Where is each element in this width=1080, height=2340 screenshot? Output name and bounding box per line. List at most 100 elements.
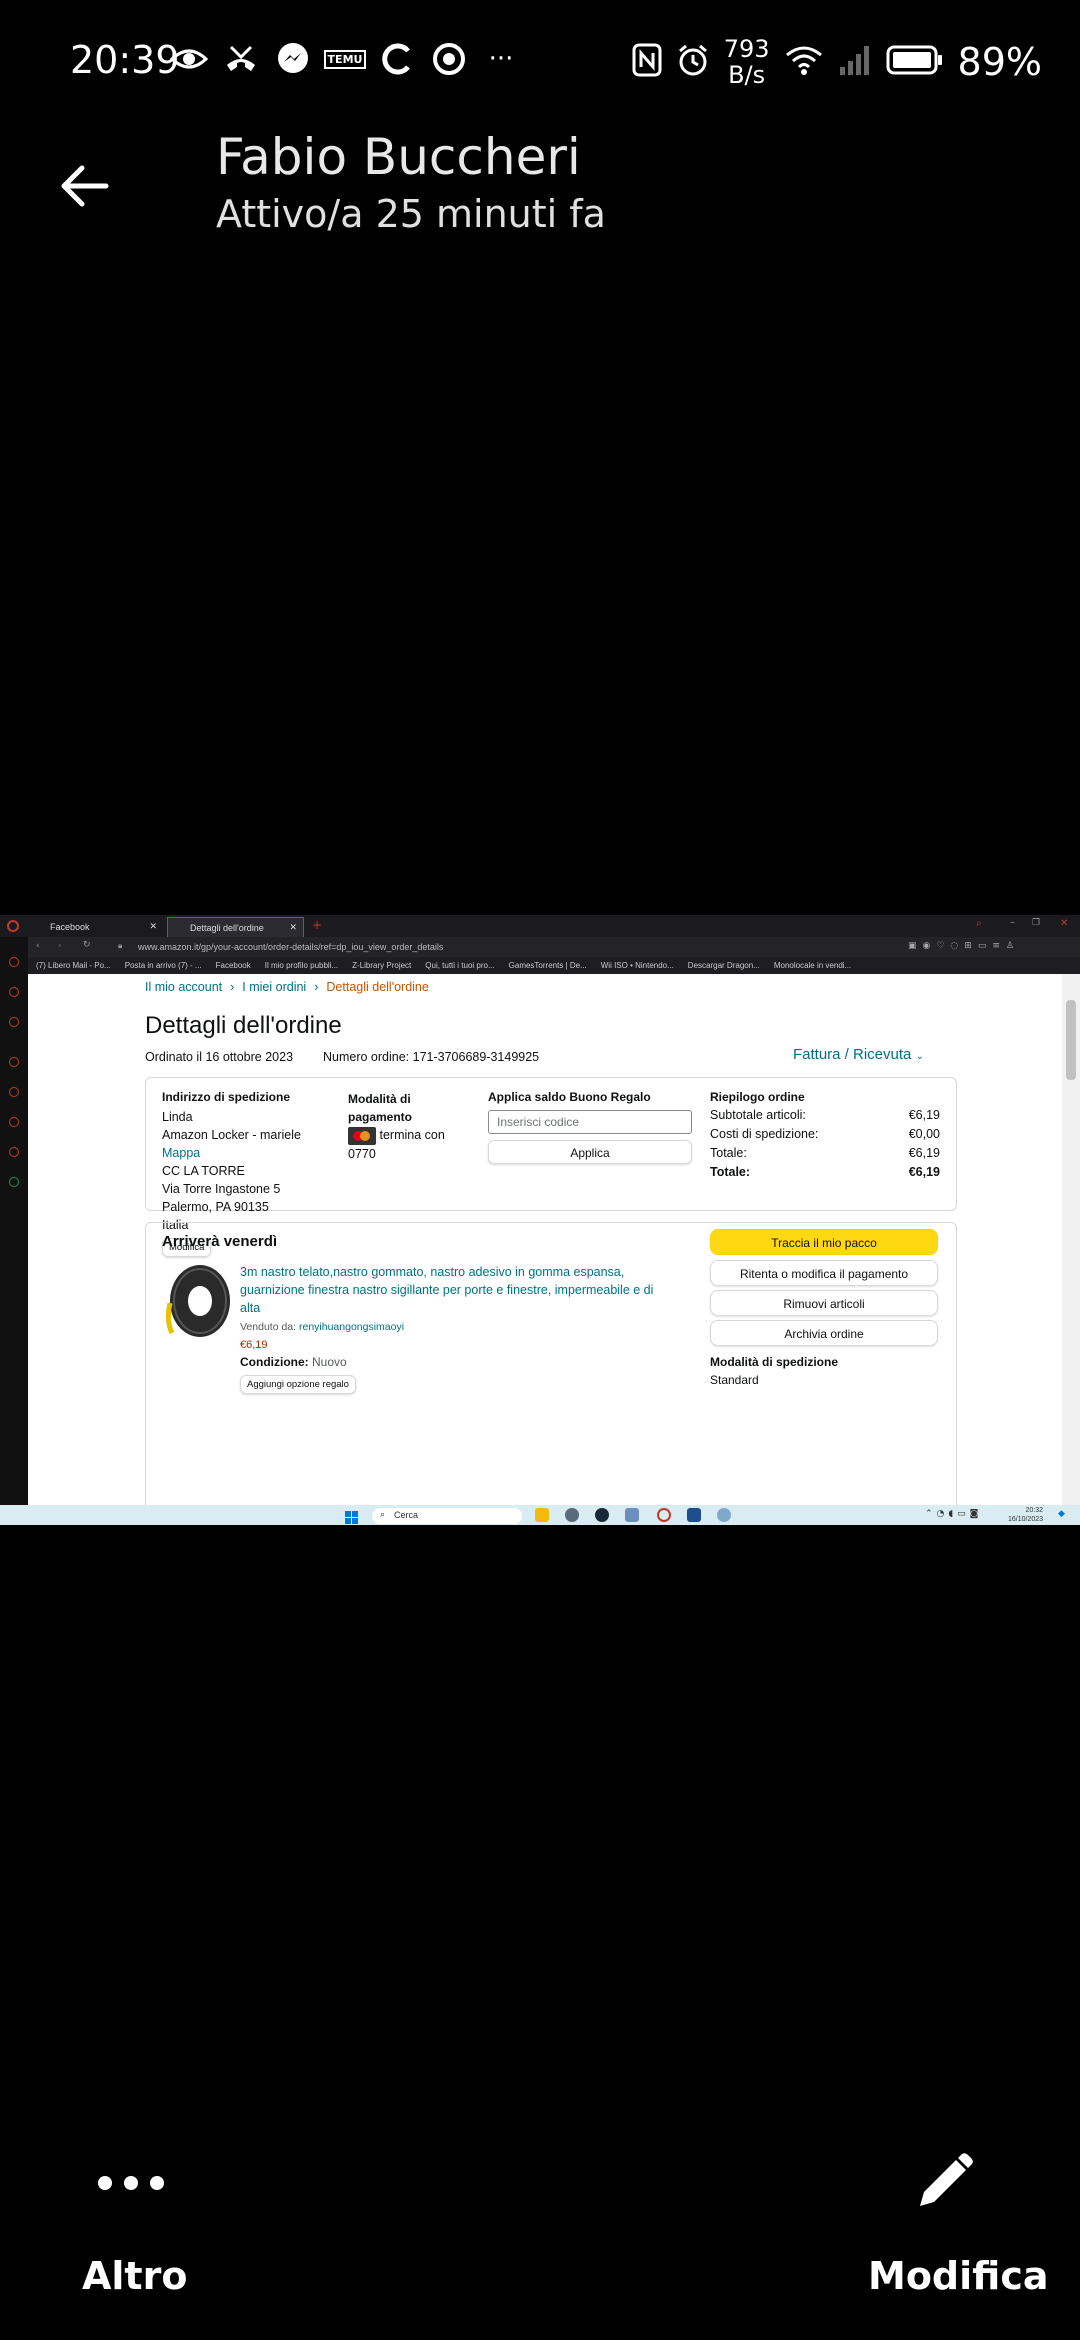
retry-payment-button[interactable]: Ritenta o modifica il pagamento [710,1260,938,1286]
bookmark-item[interactable]: Facebook [216,961,251,970]
more-icon[interactable] [98,2176,164,2190]
breadcrumb-my-account[interactable]: Il mio account [145,980,222,994]
search-icon[interactable]: ⌕ [976,918,982,929]
bookmark-item[interactable]: Posta in arrivo (7) - ... [125,961,202,970]
app-icon[interactable] [625,1508,639,1522]
product-price: €6,19 [240,1339,268,1351]
chevron-down-icon: ⌄ [915,1051,924,1062]
bookmark-item[interactable]: Wii ISO • Nintendo... [601,961,674,970]
page-title: Dettagli dell'ordine [145,1012,342,1039]
file-explorer-icon[interactable] [535,1508,549,1522]
minimize-icon[interactable]: – [1010,917,1015,928]
search-label: Cerca [394,1510,419,1520]
summary-label: Costi di spedizione: [710,1127,819,1141]
url-text[interactable]: www.amazon.it/gp/your-account/order-deta… [138,942,443,952]
app-icon[interactable] [717,1508,731,1522]
tab-order-details[interactable]: Dettagli dell'ordine ✕ [167,917,304,937]
tray-icons[interactable]: ⌃◔◖▭◙ [925,1509,982,1519]
browser-sidebar [0,937,28,1505]
temu-icon: TEMU [323,40,367,78]
bookmark-item[interactable]: Descargar Dragon... [688,961,760,970]
close-window-icon[interactable]: ✕ [1060,918,1068,929]
remove-items-button[interactable]: Rimuovi articoli [710,1290,938,1316]
search-icon: ⌕ [380,1509,386,1519]
messenger-icon [274,40,312,78]
bookmark-item[interactable]: (7) Libero Mail - Po... [36,961,111,970]
summary-value: €6,19 [908,1146,940,1160]
opera-icon [7,920,19,932]
sidebar-icon[interactable] [9,1177,19,1187]
tab-facebook[interactable]: Facebook ✕ [28,917,163,937]
invoice-link[interactable]: Fattura / Ricevuta ⌄ [793,1046,924,1063]
breadcrumb-my-orders[interactable]: I miei ordini [242,980,306,994]
address-line: CC LA TORRE [162,1164,245,1178]
close-icon[interactable]: ✕ [289,922,297,933]
new-tab-icon[interactable]: + [312,918,322,932]
apply-button[interactable]: Applica [488,1140,692,1164]
notification-bell-icon[interactable]: ◆ [1058,1509,1065,1519]
map-link[interactable]: Mappa [162,1144,302,1162]
order-summary: Riepilogo ordine Subtotale articoli: €6,1… [710,1090,940,1182]
bookmark-item[interactable]: Qui, tutti i tuoi pro... [425,961,494,970]
windows-start-icon[interactable] [345,1509,358,1524]
sidebar-icon[interactable] [9,957,19,967]
taskbar-clock[interactable]: 20:32 16/10/2023 [1008,1506,1043,1524]
sidebar-icon[interactable] [9,1147,19,1157]
close-icon[interactable]: ✕ [149,921,157,932]
edit-button[interactable]: Modifica [868,2254,1048,2298]
reload-icon[interactable]: ↻ [83,940,91,950]
summary-value: €0,00 [908,1127,940,1141]
opera-gx-icon[interactable] [657,1508,671,1522]
forward-nav-icon[interactable]: › [58,941,62,951]
bookmark-item[interactable]: Monolocale in vendi... [774,961,851,970]
paint-icon[interactable] [687,1508,701,1522]
back-nav-icon[interactable]: ‹ [36,941,40,951]
battery-icon [886,44,944,80]
contact-name: Fabio Buccheri [216,128,581,186]
sidebar-icon[interactable] [9,987,19,997]
breadcrumb-current: Dettagli dell'ordine [326,980,429,994]
chrome-icon [430,40,468,78]
amazon-order-page: Il mio account › I miei ordini › Dettagli … [28,974,1062,1522]
sidebar-icon[interactable] [9,1087,19,1097]
shipping-mode-value: Standard [710,1373,759,1387]
seller-link[interactable]: renyihuangongsimaoyi [299,1321,404,1333]
summary-row: Totale: €6,19 [710,1144,940,1163]
sidebar-icon[interactable] [9,1057,19,1067]
settings-icon[interactable] [565,1508,579,1522]
bookmark-item[interactable]: Z-Library Project [352,961,411,970]
status-time: 20:39 [70,38,180,82]
condition-label: Condizione: [240,1355,309,1369]
sidebar-icon[interactable] [9,1117,19,1127]
address-bar[interactable]: ‹ › ↻ 🔒︎ www.amazon.it/gp/your-account/o… [28,937,1080,957]
scrollbar-thumb[interactable] [1066,1000,1076,1080]
more-button[interactable]: Altro [82,2254,187,2298]
payment-method: Modalità di pagamento termina con 0770 [348,1090,458,1163]
shipping-heading: Indirizzo di spedizione [162,1090,291,1104]
track-package-button[interactable]: Traccia il mio pacco [710,1229,938,1255]
add-gift-option-button[interactable]: Aggiungi opzione regalo [240,1375,356,1394]
product-title-link[interactable]: 3m nastro telato,nastro gommato, nastro … [240,1263,670,1317]
invoice-label: Fattura / Ricevuta [793,1046,912,1063]
shipping-mode-heading: Modalità di spedizione [710,1355,839,1369]
bookmark-item[interactable]: GamesTorrents | De... [509,961,587,970]
taskbar-search[interactable]: ⌕ Cerca [372,1508,522,1524]
steam-icon[interactable] [595,1508,609,1522]
product-image[interactable] [162,1263,232,1339]
archive-order-button[interactable]: Archivia ordine [710,1320,938,1346]
summary-total-row: Totale: €6,19 [710,1163,940,1182]
windows-taskbar: ⌕ Cerca ⌃◔◖▭◙ 20:32 16/10/2023 ◆ [0,1505,1080,1525]
screenshot-image[interactable]: Facebook ✕ Dettagli dell'ordine ✕ + ⌕ – ❐ … [0,915,1080,1525]
maximize-icon[interactable]: ❐ [1032,918,1040,928]
bookmark-item[interactable]: Il mio profilo pubbli... [265,961,338,970]
toolbar-icons[interactable]: ▣◉♡◌⊞▭≡♙ [908,941,1020,951]
page-scrollbar[interactable] [1062,974,1080,1505]
bookmarks-bar: (7) Libero Mail - Po... Posta in arrivo (… [28,957,1080,974]
lock-icon: 🔒︎ [118,941,123,950]
sidebar-icon[interactable] [9,1017,19,1027]
card-info: termina con 0770 [348,1126,458,1163]
back-button[interactable] [58,160,110,212]
address-line: Amazon Locker - mariele [162,1128,301,1142]
gift-code-input[interactable]: Inserisci codice [488,1110,692,1134]
edit-pencil-icon[interactable] [912,2152,974,2214]
